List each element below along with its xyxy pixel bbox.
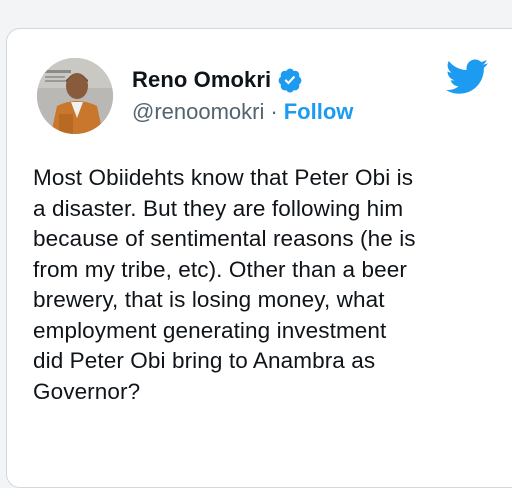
author-handle[interactable]: @renoomokri [132, 99, 264, 125]
tweet-card[interactable]: Reno Omokri @renoomokri · Follow Most Ob… [6, 28, 512, 488]
follow-button[interactable]: Follow [284, 99, 354, 125]
author-handle-row: @renoomokri · Follow [132, 99, 353, 125]
verified-badge-icon [277, 67, 303, 93]
author-avatar[interactable] [37, 58, 113, 134]
separator-dot: · [270, 99, 278, 124]
tweet-body-text: Most Obiidehts know that Peter Obi is a … [33, 165, 416, 404]
author-name-row: Reno Omokri [132, 67, 303, 93]
author-display-name[interactable]: Reno Omokri [132, 67, 271, 93]
twitter-bird-icon[interactable] [445, 59, 489, 95]
avatar-photo [37, 58, 113, 134]
